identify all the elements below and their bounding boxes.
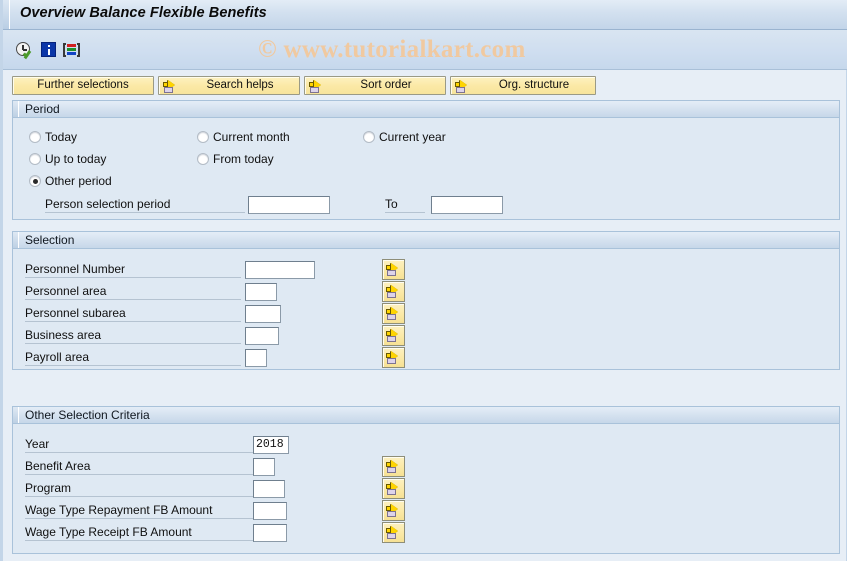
radio-today-label: Today [45, 130, 78, 144]
org-structure-label: Org. structure [498, 79, 570, 91]
person-selection-period-label: Person selection period [45, 196, 245, 213]
further-selections-label: Further selections [37, 79, 129, 91]
radio-current-month-control[interactable] [197, 131, 209, 143]
person-selection-period-input[interactable] [248, 196, 330, 214]
arrow-right-icon [163, 79, 179, 94]
period-panel-title: Period [25, 102, 60, 116]
payroll-area-input[interactable] [245, 349, 267, 367]
panel-header-accent [13, 407, 19, 423]
program-input[interactable] [253, 480, 285, 498]
payroll-area-multiselect-button[interactable] [382, 347, 405, 368]
business-area-multiselect-button[interactable] [382, 325, 405, 346]
sap-selection-screen-window: Overview Balance Flexible Benefits © www… [0, 0, 847, 561]
arrow-right-icon [309, 79, 325, 94]
personnel-number-label: Personnel Number [25, 261, 241, 278]
radio-up-to-today-control[interactable] [29, 153, 41, 165]
info-glyph [41, 42, 56, 57]
other-selection-panel-title: Other Selection Criteria [25, 408, 150, 422]
radio-other-period-control[interactable] [29, 175, 41, 187]
selection-panel-title: Selection [25, 233, 75, 247]
personnel-subarea-label: Personnel subarea [25, 305, 241, 322]
panel-header-accent [13, 232, 19, 248]
year-label: Year [25, 436, 253, 453]
page-title: Overview Balance Flexible Benefits [20, 5, 267, 21]
radio-from-today-label: From today [213, 152, 274, 166]
personnel-number-multiselect-button[interactable] [382, 259, 405, 280]
period-panel: Period Today Current month Current year … [12, 100, 840, 220]
org-structure-button[interactable]: Org. structure [450, 76, 596, 95]
other-selection-criteria-panel: Other Selection Criteria Year 2018 Benef… [12, 406, 840, 554]
arrow-right-icon [386, 284, 402, 299]
arrow-right-icon [386, 481, 402, 496]
business-area-label: Business area [25, 327, 241, 344]
wage-type-receipt-fb-amount-input[interactable] [253, 524, 287, 542]
title-bar-accent [3, 0, 10, 29]
sort-order-label: Sort order [360, 79, 412, 91]
personnel-area-input[interactable] [245, 283, 277, 301]
radio-current-year-control[interactable] [363, 131, 375, 143]
radio-current-month-label: Current month [213, 130, 290, 144]
arrow-right-icon [386, 306, 402, 321]
info-icon[interactable] [39, 41, 59, 60]
arrow-right-icon [386, 459, 402, 474]
program-label: Program [25, 480, 253, 497]
personnel-subarea-multiselect-button[interactable] [382, 303, 405, 324]
business-area-input[interactable] [245, 327, 279, 345]
wage-type-repayment-fb-amount-input[interactable] [253, 502, 287, 520]
selection-panel-header: Selection [13, 232, 839, 249]
personnel-area-label: Personnel area [25, 283, 241, 300]
radio-today-control[interactable] [29, 131, 41, 143]
panel-header-accent [13, 101, 19, 117]
program-multiselect-button[interactable] [382, 478, 405, 499]
personnel-subarea-input[interactable] [245, 305, 281, 323]
personnel-area-multiselect-button[interactable] [382, 281, 405, 302]
radio-from-today-control[interactable] [197, 153, 209, 165]
watermark-text: © www.tutorialkart.com [258, 36, 526, 63]
arrow-right-icon [386, 328, 402, 343]
other-selection-panel-header: Other Selection Criteria [13, 407, 839, 424]
arrow-right-icon [386, 525, 402, 540]
personnel-number-input[interactable] [245, 261, 315, 279]
radio-up-to-today-label: Up to today [45, 152, 107, 166]
to-label: To [385, 196, 425, 213]
to-input[interactable] [431, 196, 503, 214]
title-bar: Overview Balance Flexible Benefits [3, 0, 847, 30]
selection-panel: Selection Personnel Number Personnel are… [12, 231, 840, 370]
radio-other-period-label: Other period [45, 174, 112, 188]
period-panel-header: Period [13, 101, 839, 118]
wage-type-repayment-multiselect-button[interactable] [382, 500, 405, 521]
arrow-right-icon [386, 503, 402, 518]
search-helps-button[interactable]: Search helps [158, 76, 300, 95]
benefit-area-input[interactable] [253, 458, 275, 476]
sort-order-button[interactable]: Sort order [304, 76, 446, 95]
execute-clock-icon[interactable] [16, 41, 36, 60]
layout-variant-icon[interactable] [62, 41, 82, 60]
search-helps-label: Search helps [206, 79, 274, 91]
arrow-right-icon [455, 79, 471, 94]
wage-type-repayment-fb-amount-label: Wage Type Repayment FB Amount [25, 502, 253, 519]
benefit-area-multiselect-button[interactable] [382, 456, 405, 477]
radio-current-year-label: Current year [379, 130, 446, 144]
arrow-right-icon [386, 350, 402, 365]
wage-type-receipt-multiselect-button[interactable] [382, 522, 405, 543]
wage-type-receipt-fb-amount-label: Wage Type Receipt FB Amount [25, 524, 253, 541]
year-input[interactable]: 2018 [253, 436, 289, 454]
stripes-glyph [63, 43, 80, 57]
benefit-area-label: Benefit Area [25, 458, 253, 475]
arrow-right-icon [386, 262, 402, 277]
payroll-area-label: Payroll area [25, 349, 241, 366]
further-selections-button[interactable]: Further selections [12, 76, 154, 95]
button-bar: Further selections Search helps Sort ord… [3, 70, 847, 100]
check-glyph [22, 49, 34, 59]
